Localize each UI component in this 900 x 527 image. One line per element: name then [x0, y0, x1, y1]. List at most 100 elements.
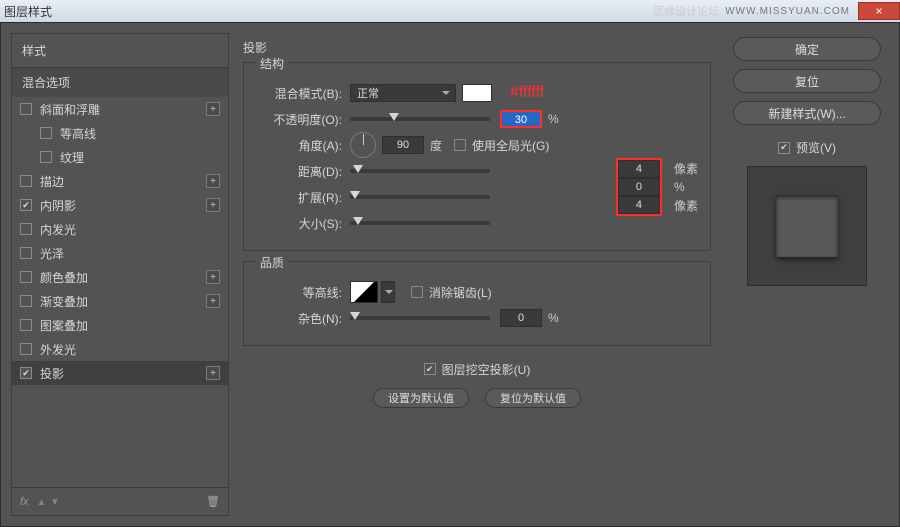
style-checkbox[interactable]: [20, 103, 32, 115]
add-effect-icon[interactable]: +: [206, 102, 220, 116]
close-button[interactable]: ×: [858, 2, 900, 20]
watermark: WWW.MISSYUAN.COM: [725, 6, 850, 17]
add-effect-icon[interactable]: +: [206, 270, 220, 284]
arrow-down-icon[interactable]: ▾: [52, 495, 58, 508]
close-icon: ×: [875, 4, 882, 18]
layer-style-dialog: 样式 混合选项 斜面和浮雕+等高线纹理描边+内阴影+内发光光泽颜色叠加+渐变叠加…: [0, 22, 900, 527]
opacity-slider[interactable]: [350, 117, 490, 121]
style-label: 颜色叠加: [40, 269, 88, 286]
dialog-title: 图层样式: [4, 3, 52, 20]
style-label: 渐变叠加: [40, 293, 88, 310]
contour-swatch[interactable]: [350, 281, 378, 303]
noise-slider[interactable]: [350, 316, 490, 320]
spread-unit: %: [674, 180, 698, 194]
angle-input[interactable]: 90: [382, 136, 424, 154]
global-light-checkbox[interactable]: [454, 139, 466, 151]
make-default-button[interactable]: 设置为默认值: [373, 388, 469, 408]
angle-label: 角度(A):: [256, 137, 342, 154]
style-label: 图案叠加: [40, 317, 88, 334]
distance-input[interactable]: 4: [618, 160, 660, 178]
style-item-10[interactable]: 外发光: [12, 337, 228, 361]
style-item-2[interactable]: 纹理: [12, 145, 228, 169]
style-label: 内阴影: [40, 197, 76, 214]
structure-legend: 结构: [256, 55, 288, 72]
style-item-1[interactable]: 等高线: [12, 121, 228, 145]
add-effect-icon[interactable]: +: [206, 198, 220, 212]
style-item-9[interactable]: 图案叠加: [12, 313, 228, 337]
knockout-checkbox[interactable]: [424, 363, 436, 375]
size-input[interactable]: 4: [618, 196, 660, 214]
quality-legend: 品质: [256, 254, 288, 271]
style-checkbox[interactable]: [20, 367, 32, 379]
blend-mode-label: 混合模式(B):: [256, 85, 342, 102]
preview-checkbox[interactable]: [778, 142, 790, 154]
ribbon-text: 思缘设计论坛: [653, 3, 719, 19]
angle-dial[interactable]: [350, 132, 376, 158]
right-panel: 确定 复位 新建样式(W)... 预览(V): [725, 33, 889, 516]
preview-label: 预览(V): [796, 139, 836, 156]
style-checkbox[interactable]: [20, 343, 32, 355]
angle-unit: 度: [430, 137, 442, 154]
style-checkbox[interactable]: [20, 223, 32, 235]
style-item-6[interactable]: 光泽: [12, 241, 228, 265]
style-checkbox[interactable]: [40, 127, 52, 139]
style-checkbox[interactable]: [20, 271, 32, 283]
new-style-button[interactable]: 新建样式(W)...: [733, 101, 881, 125]
distance-slider[interactable]: [350, 169, 490, 173]
style-label: 描边: [40, 173, 64, 190]
size-slider[interactable]: [350, 221, 490, 225]
style-item-11[interactable]: 投影 +: [12, 361, 228, 385]
hex-annotation: #ffffff: [510, 84, 544, 102]
noise-unit: %: [548, 311, 559, 325]
style-label: 纹理: [60, 149, 84, 166]
style-checkbox[interactable]: [40, 151, 52, 163]
style-checkbox[interactable]: [20, 199, 32, 211]
opacity-input[interactable]: 30: [500, 110, 542, 128]
contour-dropdown[interactable]: [381, 281, 395, 303]
color-swatch[interactable]: [462, 84, 492, 102]
add-effect-icon[interactable]: +: [206, 366, 220, 380]
titlebar: 图层样式 思缘设计论坛 WWW.MISSYUAN.COM ×: [0, 0, 900, 22]
opacity-label: 不透明度(O):: [256, 111, 342, 128]
style-item-3[interactable]: 描边 +: [12, 169, 228, 193]
contour-label: 等高线:: [256, 284, 342, 301]
antialias-checkbox[interactable]: [411, 286, 423, 298]
style-label: 投影: [40, 365, 64, 382]
styles-sidebar: 样式 混合选项 斜面和浮雕+等高线纹理描边+内阴影+内发光光泽颜色叠加+渐变叠加…: [11, 33, 229, 516]
blending-options-row[interactable]: 混合选项: [12, 68, 228, 97]
style-item-8[interactable]: 渐变叠加 +: [12, 289, 228, 313]
settings-panel: 投影 结构 混合模式(B): 正常 #ffffff 不透明度(O): 30 % …: [229, 33, 725, 516]
preview-box: [747, 166, 867, 286]
ok-button[interactable]: 确定: [733, 37, 881, 61]
style-label: 斜面和浮雕: [40, 101, 100, 118]
style-label: 外发光: [40, 341, 76, 358]
style-checkbox[interactable]: [20, 175, 32, 187]
arrow-up-icon[interactable]: ▴: [39, 495, 45, 508]
spread-slider[interactable]: [350, 195, 490, 199]
reset-default-button[interactable]: 复位为默认值: [485, 388, 581, 408]
style-label: 光泽: [40, 245, 64, 262]
spread-label: 扩展(R):: [256, 189, 342, 206]
style-checkbox[interactable]: [20, 295, 32, 307]
style-checkbox[interactable]: [20, 319, 32, 331]
add-effect-icon[interactable]: +: [206, 294, 220, 308]
fx-icon[interactable]: fx: [20, 496, 29, 508]
structure-group: 结构 混合模式(B): 正常 #ffffff 不透明度(O): 30 % 角度(…: [243, 62, 711, 251]
style-label: 内发光: [40, 221, 76, 238]
blend-mode-select[interactable]: 正常: [350, 84, 456, 102]
distance-unit: 像素: [674, 160, 698, 177]
style-list: 斜面和浮雕 + 等高线纹理描边 + 内阴影 + 内发光光泽颜色叠加 + 渐变叠加 + 图案叠加外发光…: [12, 97, 228, 487]
style-item-5[interactable]: 内发光: [12, 217, 228, 241]
style-item-4[interactable]: 内阴影 +: [12, 193, 228, 217]
noise-input[interactable]: 0: [500, 309, 542, 327]
spread-input[interactable]: 0: [618, 178, 660, 196]
style-label: 等高线: [60, 125, 96, 142]
trash-icon[interactable]: 🗑: [206, 495, 220, 508]
reset-button[interactable]: 复位: [733, 69, 881, 93]
preview-swatch: [776, 195, 838, 257]
style-item-7[interactable]: 颜色叠加 +: [12, 265, 228, 289]
add-effect-icon[interactable]: +: [206, 174, 220, 188]
size-unit: 像素: [674, 197, 698, 214]
style-item-0[interactable]: 斜面和浮雕 +: [12, 97, 228, 121]
style-checkbox[interactable]: [20, 247, 32, 259]
